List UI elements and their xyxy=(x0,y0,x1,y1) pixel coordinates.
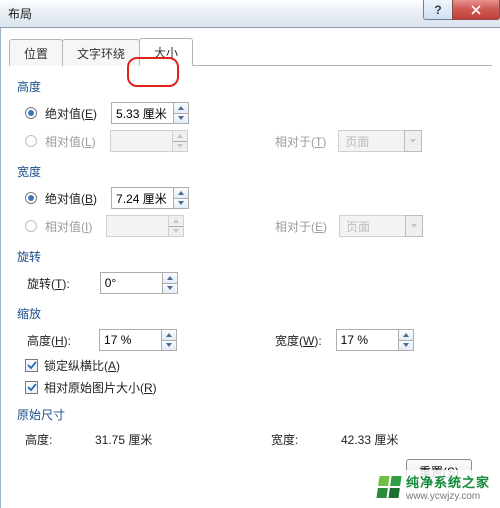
tab-size[interactable]: 大小 xyxy=(139,38,193,66)
tab-strip: 位置 文字环绕 大小 xyxy=(9,36,492,66)
combo-value: 页面 xyxy=(339,215,405,237)
client-area: 位置 文字环绕 大小 高度 绝对值(E) 相对值(L) xyxy=(0,28,500,508)
chevron-down-icon[interactable] xyxy=(174,114,188,124)
orig-height-value: 31.75 厘米 xyxy=(95,431,271,448)
titlebar: 布局 ? xyxy=(0,0,500,28)
spin-buttons-disabled xyxy=(168,215,184,237)
radio-height-absolute[interactable] xyxy=(25,107,37,119)
watermark-line1: 纯净系统之家 xyxy=(406,472,490,491)
window-title: 布局 xyxy=(8,5,32,22)
spinner-width-relative xyxy=(106,215,184,237)
check-icon xyxy=(27,360,37,370)
input-scale-height[interactable] xyxy=(99,329,161,351)
chevron-up-icon[interactable] xyxy=(174,188,188,199)
spin-buttons[interactable] xyxy=(173,102,189,124)
radio-width-relative xyxy=(25,220,37,232)
input-height-relative xyxy=(110,130,172,152)
label-scale-height: 高度(H): xyxy=(27,332,71,349)
combo-width-relative-to: 页面 xyxy=(339,215,423,237)
label-lock-aspect: 锁定纵横比(A) xyxy=(44,357,120,374)
checkbox-lock-aspect[interactable] xyxy=(25,359,38,372)
watermark-text: 纯净系统之家 www.ycwjzy.com xyxy=(406,472,490,502)
close-button[interactable] xyxy=(452,0,500,20)
label-width-relative: 相对值(I) xyxy=(45,218,92,235)
height-abs-row: 绝对值(E) xyxy=(25,99,486,127)
section-height: 高度 xyxy=(17,78,486,95)
spin-buttons[interactable] xyxy=(162,272,178,294)
radio-width-absolute[interactable] xyxy=(25,192,37,204)
chevron-up-icon[interactable] xyxy=(163,273,177,284)
combo-height-relative-to: 页面 xyxy=(338,130,422,152)
section-scale: 缩放 xyxy=(17,305,486,322)
input-width-relative xyxy=(106,215,168,237)
chevron-down-icon xyxy=(404,130,422,152)
combo-value: 页面 xyxy=(338,130,404,152)
chevron-down-icon[interactable] xyxy=(399,341,413,351)
spin-buttons[interactable] xyxy=(173,187,189,209)
label-width-absolute: 绝对值(B) xyxy=(45,190,97,207)
orig-height-label: 高度: xyxy=(25,431,95,448)
section-rotate: 旋转 xyxy=(17,248,486,265)
original-size-row: 高度: 31.75 厘米 宽度: 42.33 厘米 xyxy=(25,427,486,451)
rotate-row: 旋转(T): xyxy=(25,269,486,297)
orig-width-value: 42.33 厘米 xyxy=(341,431,398,448)
label-width-relative-to: 相对于(E) xyxy=(275,218,327,235)
spin-buttons[interactable] xyxy=(398,329,414,351)
spinner-height-relative xyxy=(110,130,188,152)
label-scale-width: 宽度(W): xyxy=(275,332,322,349)
spinner-height-absolute[interactable] xyxy=(111,102,189,124)
radio-height-relative xyxy=(25,135,37,147)
checkbox-relative-original[interactable] xyxy=(25,381,38,394)
watermark-line2: www.ycwjzy.com xyxy=(406,491,490,502)
chevron-down-icon xyxy=(405,215,423,237)
spinner-scale-width[interactable] xyxy=(336,329,414,351)
scale-row: 高度(H): 宽度(W): xyxy=(25,326,486,354)
width-rel-row: 相对值(I) 相对于(E) 页面 xyxy=(25,212,486,240)
lock-aspect-row: 锁定纵横比(A) xyxy=(25,354,486,376)
watermark: 纯净系统之家 www.ycwjzy.com xyxy=(374,470,494,504)
input-rotate[interactable] xyxy=(100,272,162,294)
tab-position[interactable]: 位置 xyxy=(9,39,63,66)
spin-buttons-disabled xyxy=(172,130,188,152)
section-original: 原始尺寸 xyxy=(17,406,486,423)
watermark-logo-icon xyxy=(376,476,401,498)
close-icon xyxy=(471,5,481,15)
input-height-absolute[interactable] xyxy=(111,102,173,124)
spinner-rotate[interactable] xyxy=(100,272,178,294)
relative-original-row: 相对原始图片大小(R) xyxy=(25,376,486,398)
tab-text-wrap[interactable]: 文字环绕 xyxy=(62,39,140,66)
spin-buttons[interactable] xyxy=(161,329,177,351)
label-height-relative: 相对值(L) xyxy=(45,133,96,150)
label-relative-original: 相对原始图片大小(R) xyxy=(44,379,157,396)
chevron-up-icon[interactable] xyxy=(399,330,413,341)
check-icon xyxy=(27,382,37,392)
chevron-down-icon[interactable] xyxy=(163,284,177,294)
label-rotate: 旋转(T): xyxy=(27,275,70,292)
input-scale-width[interactable] xyxy=(336,329,398,351)
question-icon: ? xyxy=(434,3,441,17)
chevron-down-icon[interactable] xyxy=(162,341,176,351)
chevron-up-icon[interactable] xyxy=(174,103,188,114)
label-height-relative-to: 相对于(T) xyxy=(275,133,326,150)
spinner-width-absolute[interactable] xyxy=(111,187,189,209)
section-width: 宽度 xyxy=(17,163,486,180)
size-panel: 高度 绝对值(E) 相对值(L) 相对于(T) xyxy=(1,66,500,484)
chevron-down-icon[interactable] xyxy=(174,199,188,209)
height-rel-row: 相对值(L) 相对于(T) 页面 xyxy=(25,127,486,155)
help-button[interactable]: ? xyxy=(423,0,453,20)
chevron-up-icon[interactable] xyxy=(162,330,176,341)
label-height-absolute: 绝对值(E) xyxy=(45,105,97,122)
width-abs-row: 绝对值(B) xyxy=(25,184,486,212)
orig-width-label: 宽度: xyxy=(271,431,341,448)
titlebar-buttons: ? xyxy=(424,0,500,22)
input-width-absolute[interactable] xyxy=(111,187,173,209)
spinner-scale-height[interactable] xyxy=(99,329,177,351)
